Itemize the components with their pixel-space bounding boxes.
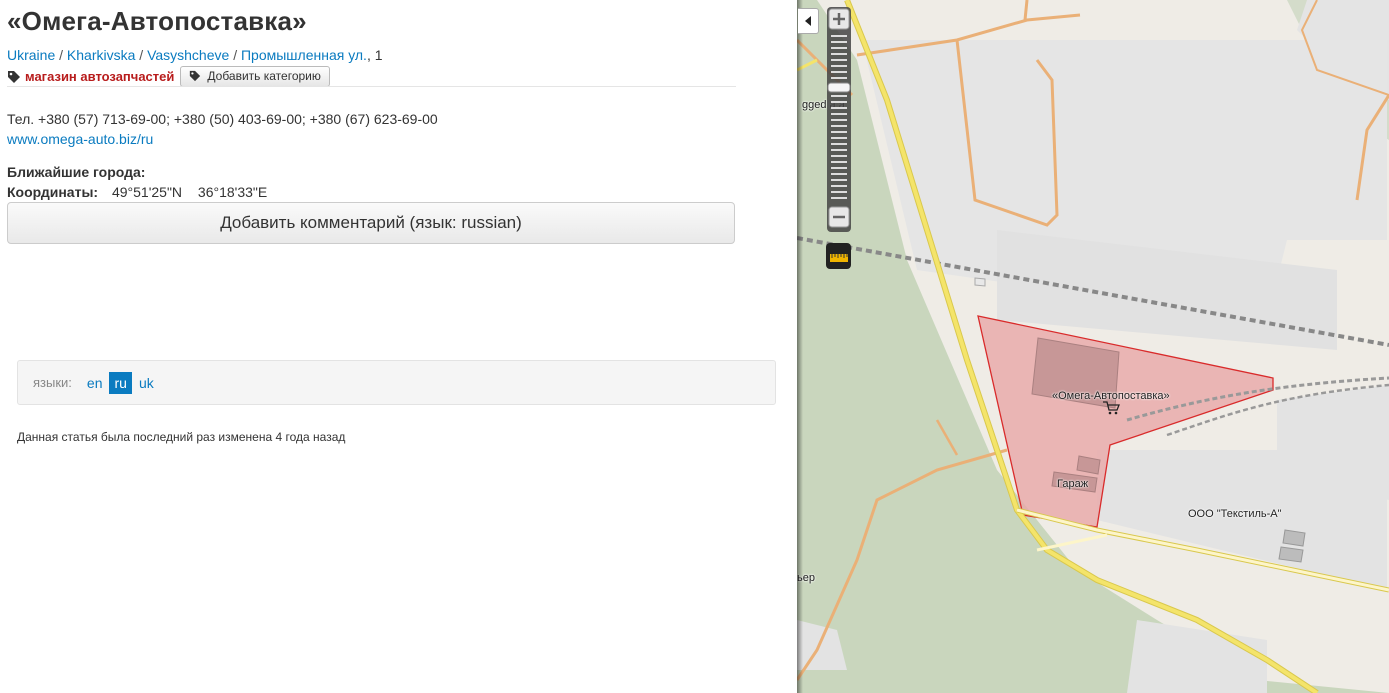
map-view[interactable]: «Омега-Автопоставка» Гараж ООО "Текстиль… [797,0,1389,693]
breadcrumb-city[interactable]: Vasyshcheve [147,47,229,63]
zoom-out-button[interactable] [828,206,850,228]
zoom-tick [831,119,847,121]
tag-icon [7,70,21,84]
minor-road [1023,0,1029,21]
breadcrumb: Ukraine / Kharkivska / Vasyshcheve / Про… [7,47,383,63]
zoom-tick [831,161,847,163]
breadcrumb-separator: / [233,47,238,63]
category-row: магазин автозапчастей Добавить категорию [7,66,330,87]
latitude-value: 49°51'25"N [111,184,183,200]
ruler-icon [829,254,848,262]
add-comment-button[interactable]: Добавить комментарий (язык: russian) [7,202,735,244]
last-modified-text: Данная статья была последний раз изменен… [17,430,346,444]
article-panel: «Омега-Автопоставка» Ukraine / Kharkivsk… [0,0,797,693]
zoom-tick [831,125,847,127]
zoom-tick [831,53,847,55]
map-label-garage: Гараж [1057,478,1089,490]
add-category-button[interactable]: Добавить категорию [180,66,330,87]
zoom-tick [831,197,847,199]
zoom-tick [831,137,847,139]
zoom-tick [831,131,847,133]
language-uk[interactable]: uk [134,372,159,394]
phone-text: Тел. +380 (57) 713-69-00; +380 (50) 403-… [7,111,438,127]
zoom-tick [831,47,847,49]
triangle-left-icon [805,16,811,26]
zoom-tick [831,185,847,187]
zoom-tick [831,35,847,37]
website-link[interactable]: www.omega-auto.biz/ru [7,131,153,147]
zoom-tick [831,113,847,115]
industrial-area [1127,620,1267,693]
zoom-tick [831,143,847,145]
industrial-area [1277,385,1389,500]
nearest-cities-label: Ближайшие города: [7,164,146,180]
category-link[interactable]: магазин автозапчастей [25,69,174,84]
tag-icon [190,70,201,82]
coordinates: Координаты: 49°51'25"N 36°18'33"E [7,184,267,200]
zoom-tick [831,71,847,73]
zoom-tick [831,107,847,109]
languages-label: языки: [33,375,72,390]
zoom-tick [831,65,847,67]
breadcrumb-separator: / [139,47,144,63]
building [974,277,986,287]
coordinates-label: Координаты: [7,184,99,200]
breadcrumb-street[interactable]: Промышленная ул. [241,47,367,63]
zoom-tick [831,101,847,103]
zoom-tick [831,173,847,175]
zoom-in-button[interactable] [828,8,850,30]
ruler-button[interactable] [826,243,851,269]
building [1278,546,1304,563]
panel-shadow [797,0,803,693]
map-canvas[interactable] [797,0,1389,693]
breadcrumb-country[interactable]: Ukraine [7,47,55,63]
page-title: «Омега-Автопоставка» [7,6,307,36]
breadcrumb-comma: , [366,47,375,63]
language-en[interactable]: en [82,372,108,394]
add-category-label: Добавить категорию [207,69,321,83]
language-switcher: языки: en ru uk [17,360,776,405]
zoom-tick [831,95,847,97]
zoom-tick [831,155,847,157]
divider [7,86,736,87]
zoom-tick [831,149,847,151]
collapse-panel-button[interactable] [798,8,819,34]
house-number: 1 [374,47,383,63]
zoom-tick [831,77,847,79]
zoom-tick [831,59,847,61]
breadcrumb-region[interactable]: Kharkivska [67,47,135,63]
zoom-tick [831,167,847,169]
zoom-slider-handle[interactable] [827,82,851,93]
language-ru[interactable]: ru [109,371,132,394]
map-label-poi: «Омега-Автопоставка» [1052,390,1170,402]
building [1282,529,1306,547]
map-label-textile: ООО "Текстиль-А" [1188,508,1282,520]
breadcrumb-separator: / [59,47,64,63]
zoom-tick [831,41,847,43]
zoom-tick [831,179,847,181]
longitude-value: 36°18'33"E [197,184,268,200]
zoom-control [827,7,851,232]
zoom-tick [831,191,847,193]
